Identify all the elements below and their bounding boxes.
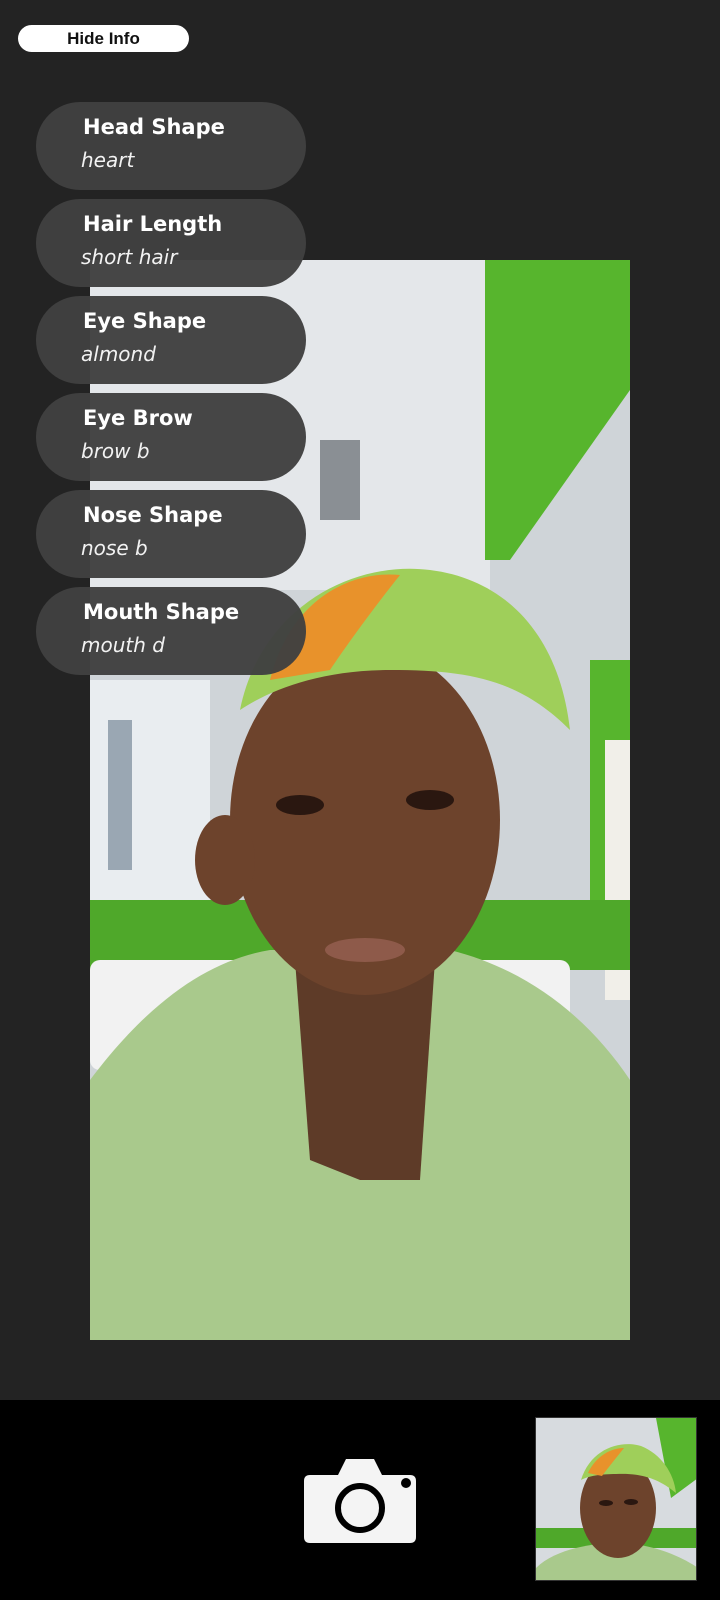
info-value: mouth d — [81, 633, 165, 657]
info-value: nose b — [81, 536, 148, 560]
thumbnail-image — [536, 1418, 696, 1580]
info-card-eye-brow: Eye Brow brow b — [36, 393, 306, 481]
info-value: heart — [81, 148, 135, 172]
shutter-button[interactable] — [302, 1455, 418, 1545]
gallery-thumbnail[interactable] — [535, 1417, 697, 1581]
info-card-nose-shape: Nose Shape nose b — [36, 490, 306, 578]
camera-icon — [304, 1459, 416, 1543]
info-card-hair-length: Hair Length short hair — [36, 199, 306, 287]
info-value: brow b — [81, 439, 150, 463]
info-value: almond — [81, 342, 156, 366]
info-title: Head Shape — [83, 115, 225, 139]
info-title: Mouth Shape — [83, 600, 240, 624]
info-card-head-shape: Head Shape heart — [36, 102, 306, 190]
info-card-eye-shape: Eye Shape almond — [36, 296, 306, 384]
info-title: Nose Shape — [83, 503, 223, 527]
hide-info-button[interactable]: Hide Info — [18, 25, 189, 52]
info-title: Eye Brow — [83, 406, 193, 430]
info-title: Eye Shape — [83, 309, 207, 333]
info-title: Hair Length — [83, 212, 223, 236]
info-value: short hair — [81, 245, 178, 269]
info-card-mouth-shape: Mouth Shape mouth d — [36, 587, 306, 675]
